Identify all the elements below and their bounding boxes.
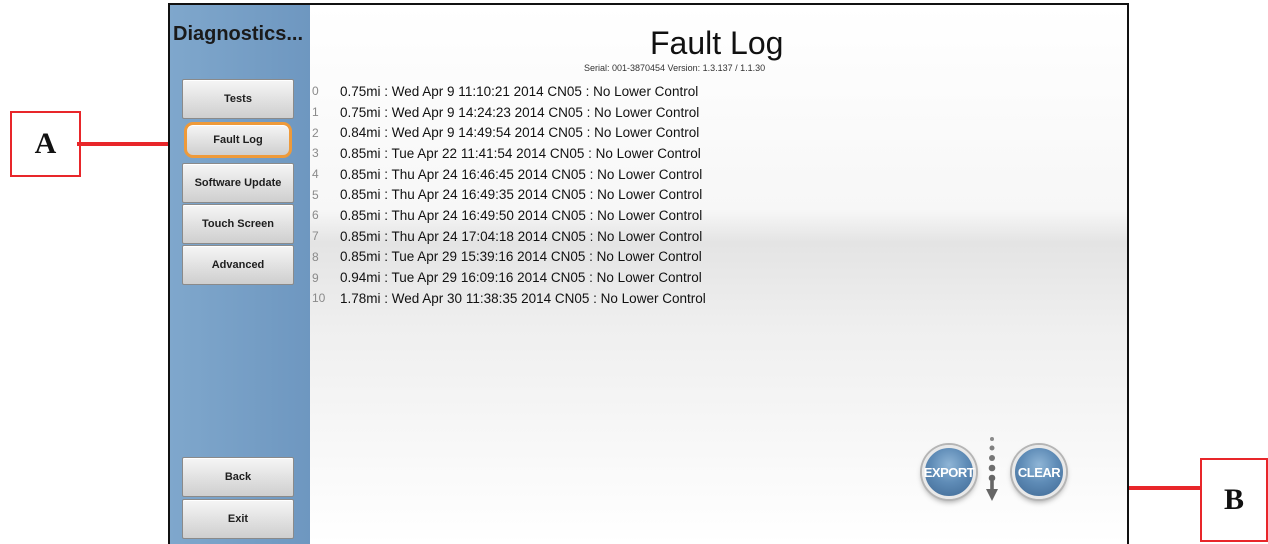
fault-log-button[interactable]: Fault Log bbox=[184, 122, 292, 158]
log-row: 1 0.75mi : Wed Apr 9 14:24:23 2014 CN05 :… bbox=[310, 102, 706, 123]
log-index: 4 bbox=[312, 167, 319, 182]
sidebar-title: Diagnostics... bbox=[173, 23, 304, 45]
advanced-button[interactable]: Advanced bbox=[182, 245, 294, 285]
dotted-down-arrow-icon[interactable] bbox=[986, 435, 998, 503]
log-row: 10 1.78mi : Wed Apr 30 11:38:35 2014 CN05… bbox=[310, 288, 706, 309]
touch-screen-button[interactable]: Touch Screen bbox=[182, 204, 294, 244]
log-entry: 1.78mi : Wed Apr 30 11:38:35 2014 CN05 :… bbox=[340, 290, 706, 306]
log-entry: 0.84mi : Wed Apr 9 14:49:54 2014 CN05 : … bbox=[340, 125, 700, 141]
log-row: 9 0.94mi : Tue Apr 29 16:09:16 2014 CN05 … bbox=[310, 267, 706, 288]
log-entry: 0.85mi : Thu Apr 24 16:49:35 2014 CN05 :… bbox=[340, 187, 703, 203]
log-row: 5 0.85mi : Thu Apr 24 16:49:35 2014 CN05 … bbox=[310, 184, 706, 205]
callout-a-arrow bbox=[77, 133, 187, 155]
log-entry: 0.85mi : Thu Apr 24 16:49:50 2014 CN05 :… bbox=[340, 207, 703, 223]
log-index: 3 bbox=[312, 146, 319, 161]
log-index: 1 bbox=[312, 105, 319, 120]
log-row: 6 0.85mi : Thu Apr 24 16:49:50 2014 CN05 … bbox=[310, 205, 706, 226]
device-screen: Diagnostics... Tests Fault Log Software … bbox=[168, 3, 1129, 544]
log-entry: 0.85mi : Tue Apr 22 11:41:54 2014 CN05 :… bbox=[340, 145, 701, 161]
callout-b-arrow bbox=[1102, 477, 1200, 499]
log-entry: 0.75mi : Wed Apr 9 14:24:23 2014 CN05 : … bbox=[340, 104, 700, 120]
exit-button[interactable]: Exit bbox=[182, 499, 294, 539]
log-entry: 0.85mi : Thu Apr 24 17:04:18 2014 CN05 :… bbox=[340, 228, 703, 244]
sidebar: Diagnostics... Tests Fault Log Software … bbox=[170, 5, 310, 544]
log-entry: 0.85mi : Tue Apr 29 15:39:16 2014 CN05 :… bbox=[340, 249, 702, 265]
back-button[interactable]: Back bbox=[182, 457, 294, 497]
tests-button[interactable]: Tests bbox=[182, 79, 294, 119]
log-row: 8 0.85mi : Tue Apr 29 15:39:16 2014 CN05 … bbox=[310, 247, 706, 268]
log-entry: 0.85mi : Thu Apr 24 16:46:45 2014 CN05 :… bbox=[340, 166, 703, 182]
log-entry: 0.94mi : Tue Apr 29 16:09:16 2014 CN05 :… bbox=[340, 270, 702, 286]
log-row: 2 0.84mi : Wed Apr 9 14:49:54 2014 CN05 :… bbox=[310, 122, 706, 143]
main-panel: Fault Log Serial: 001-3870454 Version: 1… bbox=[310, 5, 1127, 544]
log-entry: 0.75mi : Wed Apr 9 11:10:21 2014 CN05 : … bbox=[340, 83, 699, 99]
log-row: 7 0.85mi : Thu Apr 24 17:04:18 2014 CN05 … bbox=[310, 226, 706, 247]
log-index: 0 bbox=[312, 84, 319, 99]
callout-b: B bbox=[1200, 458, 1268, 542]
log-row: 3 0.85mi : Tue Apr 22 11:41:54 2014 CN05 … bbox=[310, 143, 706, 164]
log-index: 9 bbox=[312, 270, 319, 285]
log-index: 10 bbox=[312, 291, 326, 306]
callout-a: A bbox=[10, 111, 81, 177]
software-update-button[interactable]: Software Update bbox=[182, 163, 294, 203]
log-index: 5 bbox=[312, 187, 319, 202]
log-index: 2 bbox=[312, 125, 319, 140]
log-index: 7 bbox=[312, 229, 319, 244]
log-index: 8 bbox=[312, 249, 319, 264]
log-index: 6 bbox=[312, 208, 319, 223]
log-row: 0 0.75mi : Wed Apr 9 11:10:21 2014 CN05 :… bbox=[310, 81, 706, 102]
page-title: Fault Log bbox=[650, 25, 784, 61]
export-button[interactable]: EXPORT bbox=[922, 445, 976, 499]
log-row: 4 0.85mi : Thu Apr 24 16:46:45 2014 CN05 … bbox=[310, 164, 706, 185]
clear-button[interactable]: CLEAR bbox=[1012, 445, 1066, 499]
serial-version-info: Serial: 001-3870454 Version: 1.3.137 / 1… bbox=[584, 63, 766, 73]
fault-log-list[interactable]: 0 0.75mi : Wed Apr 9 11:10:21 2014 CN05 :… bbox=[310, 81, 706, 309]
